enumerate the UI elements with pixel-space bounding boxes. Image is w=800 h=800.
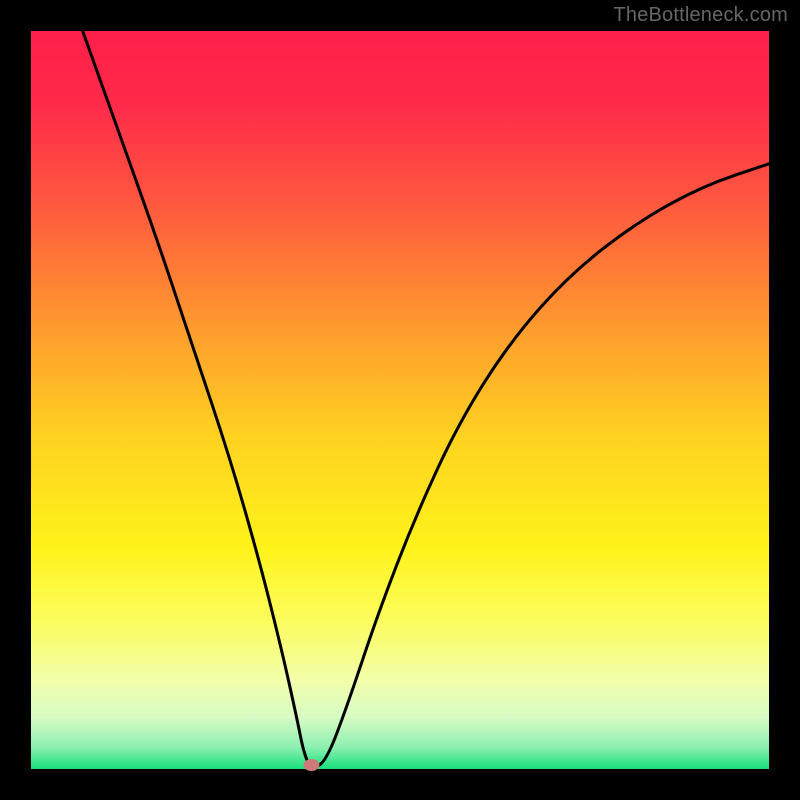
chart-gradient-bg bbox=[31, 31, 769, 769]
chart-container: TheBottleneck.com bbox=[0, 0, 800, 800]
optimal-point-marker bbox=[303, 759, 319, 771]
watermark-text: TheBottleneck.com bbox=[613, 4, 788, 27]
bottleneck-chart bbox=[0, 0, 800, 800]
